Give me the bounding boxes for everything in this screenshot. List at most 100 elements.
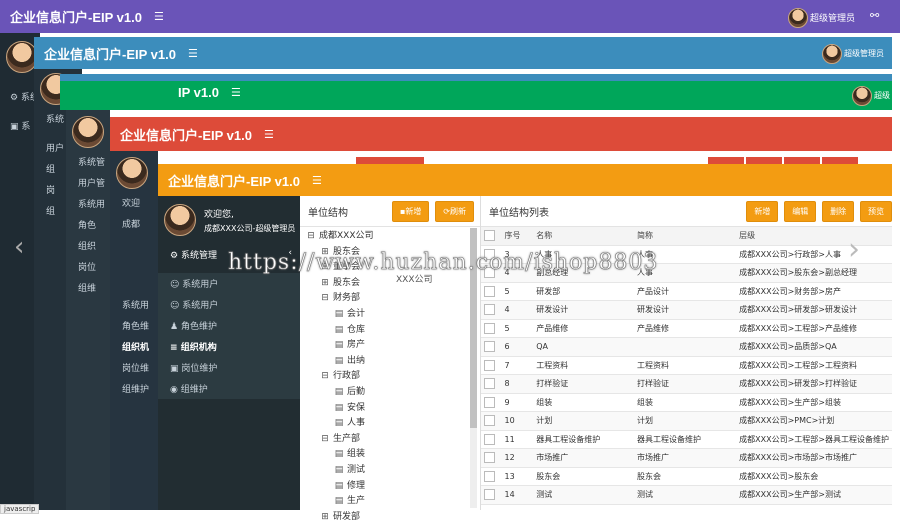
sidebar-item-positions[interactable]: ▣ 岗位维护 — [158, 357, 300, 378]
table-row[interactable]: 13 股东会 股东会 成都XXX公司>股东会 — [481, 467, 892, 486]
menu-toggle-icon[interactable]: ☰ — [231, 86, 241, 99]
tree-node-label: 财务部 — [333, 293, 361, 304]
sidebar-item-system-user[interactable]: ☺ 系统用户 — [158, 273, 300, 294]
row-checkbox[interactable] — [484, 341, 495, 353]
tree-add-button[interactable]: ▪新增 — [392, 200, 430, 222]
col-short[interactable]: 简称 — [633, 227, 737, 246]
row-index: 10 — [501, 411, 534, 431]
tree-panel: 单位结构 ▪新增 ⟳刷新 ⊟ 成都XXX公司 ⊞ 股东会 ⊞ 董事会 ⊞ 股东会 ⊟ 财务部 ▤ 会计… — [300, 196, 481, 522]
col-index[interactable]: 序号 — [501, 227, 534, 246]
header-red: 企业信息门户-EIP v1.0 ☰ — [110, 117, 892, 151]
row-level: 成都XXX公司>研发部>研发设计 — [736, 300, 892, 320]
table-row[interactable]: 7 工程资料 工程资料 成都XXX公司>工程部>工程资料 — [481, 356, 892, 375]
row-checkbox[interactable] — [484, 304, 495, 316]
menu-toggle-icon[interactable]: ☰ — [264, 128, 274, 141]
row-checkbox[interactable] — [484, 378, 495, 390]
edit-button[interactable]: 编辑 — [784, 200, 817, 222]
welcome-text: 欢迎您, — [204, 209, 234, 220]
select-all-checkbox[interactable] — [484, 230, 495, 242]
row-checkbox[interactable] — [484, 470, 495, 482]
tree-node[interactable]: ▤ 房产 — [306, 338, 466, 354]
tree-node[interactable]: ▤ 生产 — [306, 494, 466, 510]
tree-node[interactable]: ▤ 出纳 — [306, 354, 466, 370]
row-checkbox[interactable] — [484, 489, 495, 501]
sidebar-item-roles[interactable]: ♟ 角色维护 — [158, 315, 300, 336]
tree-node-label: 生产部 — [333, 433, 361, 444]
row-checkbox[interactable] — [484, 396, 495, 408]
file-icon: ▤ — [334, 480, 344, 491]
tree-node[interactable]: ▤ 组装 — [306, 447, 466, 463]
tree-node[interactable]: ⊟ 成都XXX公司 — [306, 229, 466, 245]
row-checkbox[interactable] — [484, 433, 495, 445]
table-row[interactable]: 14 测试 测试 成都XXX公司>生产部>测试 — [481, 485, 892, 505]
tree-node[interactable]: ⊟ 生产部 — [306, 432, 466, 448]
table-row[interactable]: 9 组装 组装 成都XXX公司>生产部>组装 — [481, 393, 892, 412]
user-icon: ☺ — [170, 280, 180, 290]
tree-node[interactable]: ▤ 后勤 — [306, 385, 466, 401]
tree-node[interactable]: ▤ 人事 — [306, 416, 466, 432]
sidebar-item-system[interactable]: 系统管 — [66, 151, 110, 172]
table-row[interactable]: 10 计划 计划 成都XXX公司>PMC>计划 — [481, 411, 892, 431]
next-arrow-icon[interactable]: › — [848, 232, 860, 267]
admin-name[interactable]: 超级 — [874, 90, 890, 101]
menu-toggle-icon[interactable]: ☰ — [154, 10, 164, 23]
row-short: 打样验证 — [633, 374, 737, 394]
table-row[interactable]: 6 QA 成都XXX公司>品质部>QA — [481, 337, 892, 357]
admin-name[interactable]: 超级管理员 — [810, 11, 855, 24]
sidebar-item-org[interactable]: ≡ 组织机构 — [158, 336, 300, 357]
sidebar-item[interactable]: 组织机 — [110, 336, 158, 357]
preview-button[interactable]: 预览 — [860, 200, 892, 222]
tree-node[interactable]: ⊞ 股东会 — [306, 276, 466, 292]
tree-node-label: 测试 — [347, 464, 366, 475]
share-icon[interactable]: ⚯ — [870, 9, 879, 22]
row-checkbox[interactable] — [484, 415, 495, 427]
tree-node[interactable]: ▤ 仓库 — [306, 323, 466, 339]
sidebar-item[interactable]: 角色维 — [110, 315, 158, 336]
sidebar-item-groups[interactable]: ◉ 组维护 — [158, 378, 300, 399]
tree-node[interactable]: ▤ 修理 — [306, 479, 466, 495]
tree-node[interactable]: ⊟ 行政部 — [306, 369, 466, 385]
row-checkbox[interactable] — [484, 285, 495, 297]
sidebar-item[interactable]: 岗位 — [66, 256, 110, 277]
table-row[interactable]: 8 打样验证 打样验证 成都XXX公司>研发部>打样验证 — [481, 374, 892, 394]
user-name: 成都XXX公司-超级管理员 — [204, 223, 296, 233]
col-level[interactable]: 层级 — [736, 227, 892, 246]
sidebar-item[interactable]: 系统用 — [66, 193, 110, 214]
table-row[interactable]: 12 市场推广 市场推广 成都XXX公司>市场部>市场推广 — [481, 448, 892, 468]
delete-button[interactable]: 删除 — [822, 200, 855, 222]
sidebar-item-user[interactable]: 用户管 — [66, 172, 110, 193]
sidebar-item[interactable]: 组织 — [66, 235, 110, 256]
row-level: 成都XXX公司>工程部>工程资料 — [736, 356, 892, 375]
tree-node[interactable]: ▤ 测试 — [306, 463, 466, 479]
row-checkbox[interactable] — [484, 452, 495, 464]
table-row[interactable]: 5 产品维修 产品维修 成都XXX公司>工程部>产品维修 — [481, 319, 892, 338]
menu-toggle-icon[interactable]: ☰ — [312, 174, 322, 187]
sidebar-item-system-user-2[interactable]: ☺ 系统用户 — [158, 294, 300, 315]
sidebar-item[interactable]: 角色 — [66, 214, 110, 235]
tree-node[interactable]: ▤ 安保 — [306, 401, 466, 417]
row-checkbox[interactable] — [484, 322, 495, 334]
row-short: 产品维修 — [633, 319, 737, 338]
user-avatar — [164, 204, 196, 236]
admin-name[interactable]: 超级管理员 — [844, 48, 884, 59]
sidebar-item[interactable]: 组维护 — [110, 378, 158, 399]
tree-node[interactable]: ▤ 会计 — [306, 307, 466, 323]
row-checkbox[interactable] — [484, 359, 495, 371]
table-row[interactable]: 5 研发部 产品设计 成都XXX公司>财务部>房产 — [481, 282, 892, 301]
col-name[interactable]: 名称 — [533, 227, 634, 246]
prev-arrow-icon[interactable]: ‹ — [14, 232, 24, 262]
sidebar-item[interactable]: 系统用 — [110, 294, 158, 315]
row-short — [633, 337, 737, 357]
menu-toggle-icon[interactable]: ☰ — [188, 47, 198, 60]
tree-refresh-button[interactable]: ⟳刷新 — [435, 200, 474, 222]
sidebar-item[interactable]: 组维 — [66, 277, 110, 298]
sidebar-green-layer: 系统管 用户管 系统用 角色 组织 岗位 组维 — [66, 110, 110, 510]
file-icon: ▤ — [334, 464, 344, 475]
table-row[interactable]: 4 研发设计 研发设计 成都XXX公司>研发部>研发设计 — [481, 300, 892, 320]
table-row[interactable]: 11 器具工程设备维护 器具工程设备维护 成都XXX公司>工程部>器具工程设备维护 — [481, 430, 892, 449]
tree-node[interactable]: ⊟ 财务部 — [306, 291, 466, 307]
card-icon: ▣ — [10, 122, 19, 132]
add-button[interactable]: 新增 — [746, 200, 779, 222]
avatar — [116, 157, 148, 189]
sidebar-item[interactable]: 岗位维 — [110, 357, 158, 378]
